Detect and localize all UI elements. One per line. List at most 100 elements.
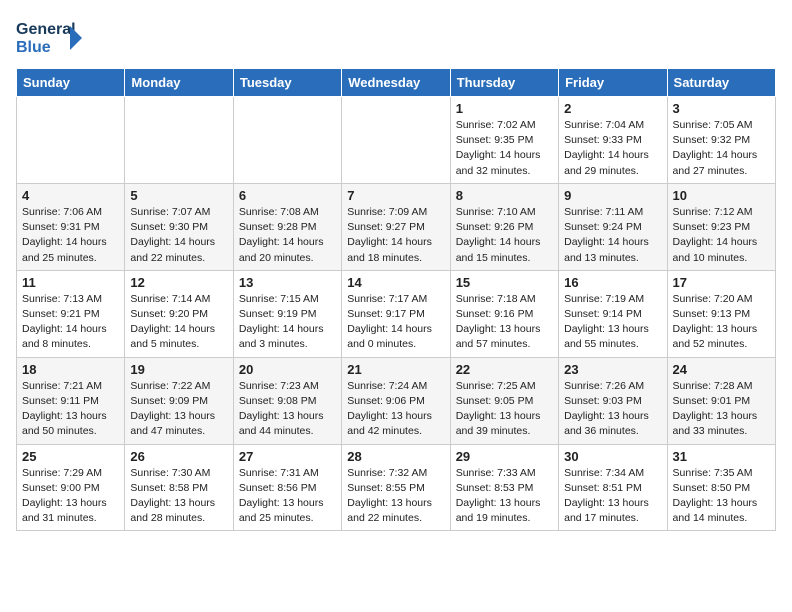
calendar-cell [17,97,125,184]
day-number: 19 [130,362,227,377]
calendar-cell: 14 Sunrise: 7:17 AM Sunset: 9:17 PM Dayli… [342,270,450,357]
day-info: Sunrise: 7:14 AM Sunset: 9:20 PM Dayligh… [130,292,227,353]
day-number: 3 [673,101,770,116]
day-number: 14 [347,275,444,290]
day-info: Sunrise: 7:20 AM Sunset: 9:13 PM Dayligh… [673,292,770,353]
calendar-cell: 8Sunrise: 7:10 AM Sunset: 9:26 PM Daylig… [450,183,558,270]
calendar-cell: 31 Sunrise: 7:35 AM Sunset: 8:50 PM Dayli… [667,444,775,531]
calendar-week-2: 4 Sunrise: 7:06 AM Sunset: 9:31 PM Daylig… [17,183,776,270]
day-number: 16 [564,275,661,290]
day-number: 27 [239,449,336,464]
day-number: 10 [673,188,770,203]
day-number: 28 [347,449,444,464]
day-number: 13 [239,275,336,290]
day-number: 5 [130,188,227,203]
day-info: Sunrise: 7:32 AM Sunset: 8:55 PM Dayligh… [347,466,444,527]
day-info: Sunrise: 7:06 AM Sunset: 9:31 PM Dayligh… [22,205,119,266]
day-number: 12 [130,275,227,290]
calendar-cell: 2Sunrise: 7:04 AM Sunset: 9:33 PM Daylig… [559,97,667,184]
day-info: Sunrise: 7:25 AM Sunset: 9:05 PM Dayligh… [456,379,553,440]
calendar-cell: 3 Sunrise: 7:05 AM Sunset: 9:32 PM Daylig… [667,97,775,184]
day-number: 2 [564,101,661,116]
day-number: 21 [347,362,444,377]
weekday-header-thursday: Thursday [450,69,558,97]
svg-text:Blue: Blue [16,39,51,56]
day-number: 4 [22,188,119,203]
day-info: Sunrise: 7:17 AM Sunset: 9:17 PM Dayligh… [347,292,444,353]
day-info: Sunrise: 7:15 AM Sunset: 9:19 PM Dayligh… [239,292,336,353]
day-info: Sunrise: 7:22 AM Sunset: 9:09 PM Dayligh… [130,379,227,440]
calendar-cell: 17 Sunrise: 7:20 AM Sunset: 9:13 PM Dayli… [667,270,775,357]
calendar-cell [125,97,233,184]
day-info: Sunrise: 7:24 AM Sunset: 9:06 PM Dayligh… [347,379,444,440]
weekday-header-sunday: Sunday [17,69,125,97]
calendar-cell: 23Sunrise: 7:26 AM Sunset: 9:03 PM Dayli… [559,357,667,444]
day-info: Sunrise: 7:19 AM Sunset: 9:14 PM Dayligh… [564,292,661,353]
svg-text:General: General [16,21,76,38]
calendar-cell: 21 Sunrise: 7:24 AM Sunset: 9:06 PM Dayli… [342,357,450,444]
day-info: Sunrise: 7:05 AM Sunset: 9:32 PM Dayligh… [673,118,770,179]
day-info: Sunrise: 7:26 AM Sunset: 9:03 PM Dayligh… [564,379,661,440]
day-number: 18 [22,362,119,377]
day-number: 7 [347,188,444,203]
calendar-cell: 29 Sunrise: 7:33 AM Sunset: 8:53 PM Dayli… [450,444,558,531]
calendar-table: SundayMondayTuesdayWednesdayThursdayFrid… [16,68,776,531]
day-info: Sunrise: 7:08 AM Sunset: 9:28 PM Dayligh… [239,205,336,266]
calendar-cell: 24 Sunrise: 7:28 AM Sunset: 9:01 PM Dayli… [667,357,775,444]
calendar-week-3: 11 Sunrise: 7:13 AM Sunset: 9:21 PM Dayli… [17,270,776,357]
day-info: Sunrise: 7:29 AM Sunset: 9:00 PM Dayligh… [22,466,119,527]
calendar-cell [342,97,450,184]
day-number: 8 [456,188,553,203]
day-number: 29 [456,449,553,464]
day-info: Sunrise: 7:23 AM Sunset: 9:08 PM Dayligh… [239,379,336,440]
calendar-cell: 20 Sunrise: 7:23 AM Sunset: 9:08 PM Dayli… [233,357,341,444]
calendar-cell: 1Sunrise: 7:02 AM Sunset: 9:35 PM Daylig… [450,97,558,184]
day-info: Sunrise: 7:13 AM Sunset: 9:21 PM Dayligh… [22,292,119,353]
calendar-cell: 13 Sunrise: 7:15 AM Sunset: 9:19 PM Dayli… [233,270,341,357]
calendar-week-1: 1Sunrise: 7:02 AM Sunset: 9:35 PM Daylig… [17,97,776,184]
day-number: 26 [130,449,227,464]
day-number: 22 [456,362,553,377]
calendar-cell: 30 Sunrise: 7:34 AM Sunset: 8:51 PM Dayli… [559,444,667,531]
weekday-header-monday: Monday [125,69,233,97]
logo-svg: GeneralBlue [16,16,86,60]
day-info: Sunrise: 7:28 AM Sunset: 9:01 PM Dayligh… [673,379,770,440]
calendar-cell: 16 Sunrise: 7:19 AM Sunset: 9:14 PM Dayli… [559,270,667,357]
calendar-header-row: SundayMondayTuesdayWednesdayThursdayFrid… [17,69,776,97]
day-info: Sunrise: 7:31 AM Sunset: 8:56 PM Dayligh… [239,466,336,527]
day-number: 1 [456,101,553,116]
weekday-header-friday: Friday [559,69,667,97]
calendar-week-4: 18Sunrise: 7:21 AM Sunset: 9:11 PM Dayli… [17,357,776,444]
weekday-header-saturday: Saturday [667,69,775,97]
weekday-header-wednesday: Wednesday [342,69,450,97]
calendar-cell: 11 Sunrise: 7:13 AM Sunset: 9:21 PM Dayli… [17,270,125,357]
calendar-cell: 27 Sunrise: 7:31 AM Sunset: 8:56 PM Dayli… [233,444,341,531]
day-number: 31 [673,449,770,464]
calendar-cell: 9Sunrise: 7:11 AM Sunset: 9:24 PM Daylig… [559,183,667,270]
day-number: 20 [239,362,336,377]
day-number: 24 [673,362,770,377]
day-info: Sunrise: 7:07 AM Sunset: 9:30 PM Dayligh… [130,205,227,266]
calendar-cell: 15Sunrise: 7:18 AM Sunset: 9:16 PM Dayli… [450,270,558,357]
day-info: Sunrise: 7:09 AM Sunset: 9:27 PM Dayligh… [347,205,444,266]
day-number: 11 [22,275,119,290]
day-number: 9 [564,188,661,203]
day-info: Sunrise: 7:35 AM Sunset: 8:50 PM Dayligh… [673,466,770,527]
calendar-cell: 6 Sunrise: 7:08 AM Sunset: 9:28 PM Daylig… [233,183,341,270]
day-number: 30 [564,449,661,464]
calendar-cell: 10Sunrise: 7:12 AM Sunset: 9:23 PM Dayli… [667,183,775,270]
calendar-cell: 26 Sunrise: 7:30 AM Sunset: 8:58 PM Dayli… [125,444,233,531]
calendar-cell: 4 Sunrise: 7:06 AM Sunset: 9:31 PM Daylig… [17,183,125,270]
day-number: 25 [22,449,119,464]
day-number: 17 [673,275,770,290]
day-info: Sunrise: 7:33 AM Sunset: 8:53 PM Dayligh… [456,466,553,527]
calendar-cell: 5 Sunrise: 7:07 AM Sunset: 9:30 PM Daylig… [125,183,233,270]
day-info: Sunrise: 7:30 AM Sunset: 8:58 PM Dayligh… [130,466,227,527]
calendar-cell: 22 Sunrise: 7:25 AM Sunset: 9:05 PM Dayli… [450,357,558,444]
calendar-cell: 12 Sunrise: 7:14 AM Sunset: 9:20 PM Dayli… [125,270,233,357]
day-number: 6 [239,188,336,203]
calendar-cell: 19 Sunrise: 7:22 AM Sunset: 9:09 PM Dayli… [125,357,233,444]
day-info: Sunrise: 7:34 AM Sunset: 8:51 PM Dayligh… [564,466,661,527]
calendar-week-5: 25 Sunrise: 7:29 AM Sunset: 9:00 PM Dayli… [17,444,776,531]
weekday-header-tuesday: Tuesday [233,69,341,97]
